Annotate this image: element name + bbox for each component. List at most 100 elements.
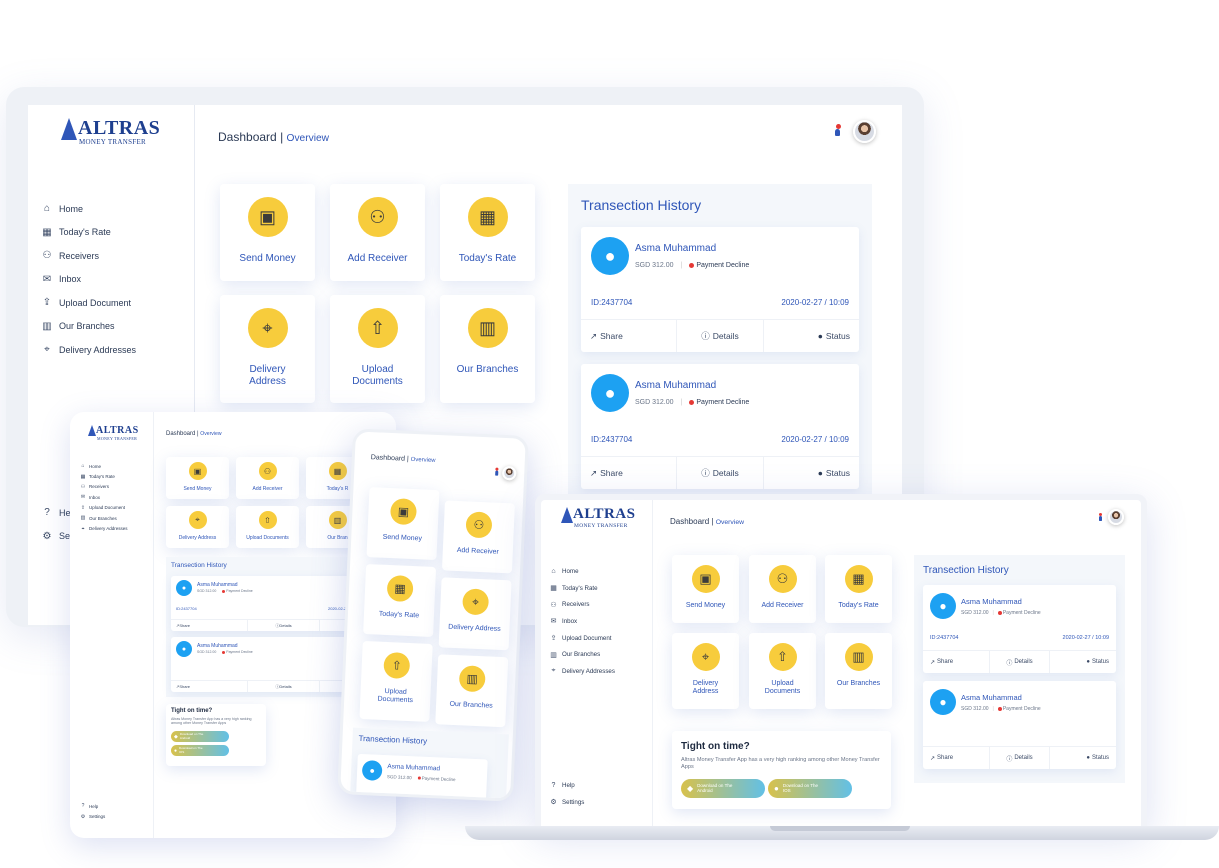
android-download-button[interactable]: ◆ Download on The Android	[681, 779, 765, 798]
share-button[interactable]: ↗ Share	[923, 747, 989, 769]
calculator-icon: ▦	[844, 565, 873, 593]
info-icon: ⓘ	[701, 331, 710, 341]
info-icon: ⓘ	[1006, 660, 1013, 667]
sidebar-item-home[interactable]: ⌂ Home	[42, 197, 136, 221]
sidebar-item-our-branches[interactable]: ▥ Our Branches	[80, 513, 128, 523]
tile-delivery-address[interactable]: ⌖ Delivery Address	[220, 295, 315, 403]
share-button[interactable]: ↗ Share	[581, 457, 676, 489]
android-download-button[interactable]: ◆ Download on The Android	[171, 731, 229, 742]
tile-upload-documents[interactable]: ⇧ Upload Documents	[359, 640, 433, 722]
transaction-card[interactable]: ● Asma Muhammad SGD 312.00 | Payment Decli…	[923, 681, 1116, 769]
tile-todays-rate[interactable]: ▦ Today's Rate	[440, 184, 535, 281]
sidebar-item-inbox[interactable]: ✉ Inbox	[80, 492, 128, 502]
user-avatar-icon: ●	[176, 641, 192, 657]
sidebar-item-upload-document[interactable]: ⇪ Upload Document	[550, 630, 615, 647]
details-button[interactable]: ⓘ Details	[676, 457, 763, 489]
avatar[interactable]	[853, 120, 876, 143]
wallet-card-icon: ▣	[389, 498, 418, 526]
sidebar-item-upload-document[interactable]: ⇪ Upload Document	[42, 291, 136, 315]
avatar[interactable]	[1108, 509, 1124, 525]
tile-add-receiver[interactable]: ⚇ Add Receiver	[441, 500, 515, 574]
altras-logo: ALTRAS MONEY TRANSFER	[88, 425, 139, 441]
ios-download-button[interactable]: ● Download on The IOS	[768, 779, 852, 798]
share-button[interactable]: ↗ Share	[923, 651, 989, 673]
sidebar-item-help[interactable]: ? Help	[80, 801, 105, 811]
sidebar-item-help[interactable]: ? Help	[550, 777, 584, 794]
tile-add-receiver[interactable]: ⚇ Add Receiver	[330, 184, 425, 281]
envelope-icon: ✉	[80, 494, 86, 501]
sidebar-item-todays-rate[interactable]: ▦ Today's Rate	[42, 221, 136, 245]
tile-upload-documents[interactable]: ⇧ Upload Documents	[749, 633, 816, 709]
sidebar-item-inbox[interactable]: ✉ Inbox	[42, 268, 136, 292]
transaction-card[interactable]: ● Asma Muhammad SGD 312.00 | Payment Dec…	[581, 227, 859, 352]
sidebar-item-upload-document[interactable]: ⇪ Upload Document	[80, 503, 128, 513]
upload-icon: ⇪	[42, 297, 52, 309]
status-button[interactable]: ● Status	[1049, 747, 1116, 769]
sidebar-item-inbox[interactable]: ✉ Inbox	[550, 613, 615, 630]
tile-add-receiver[interactable]: ⚇ Add Receiver	[749, 555, 816, 623]
details-button[interactable]: ⓘ Details	[247, 681, 319, 692]
calendar-icon: ▦	[550, 585, 557, 593]
tile-send-money[interactable]: ▣ Send Money	[366, 487, 440, 561]
sidebar-item-home[interactable]: ⌂ Home	[550, 563, 615, 580]
status-button[interactable]: ● Status	[763, 457, 859, 489]
tile-send-money[interactable]: ▣ Send Money	[220, 184, 315, 281]
sidebar-item-receivers[interactable]: ⚇ Receivers	[42, 244, 136, 268]
tile-add-receiver[interactable]: ⚇ Add Receiver	[236, 457, 299, 499]
tile-upload-documents[interactable]: ⇧ Upload Documents	[236, 506, 299, 548]
tile-send-money[interactable]: ▣ Send Money	[672, 555, 739, 623]
sidebar-item-todays-rate[interactable]: ▦ Today's Rate	[80, 471, 128, 481]
wallet-card-icon: ▣	[247, 197, 288, 237]
tile-upload-documents[interactable]: ⇧ Upload Documents	[330, 295, 425, 403]
tile-send-money[interactable]: ▣ Send Money	[166, 457, 229, 499]
sidebar-item-delivery-addresses[interactable]: ⌖ Delivery Addresses	[550, 663, 615, 680]
home-icon: ⌂	[551, 567, 556, 575]
tile-delivery-address[interactable]: ⌖ Delivery Address	[672, 633, 739, 709]
sidebar-item-receivers[interactable]: ⚇ Receivers	[550, 596, 615, 613]
breadcrumb-overview[interactable]: Overview	[287, 133, 329, 144]
notification-bell-icon[interactable]	[835, 124, 841, 136]
tile-delivery-address[interactable]: ⌖ Delivery Address	[166, 506, 229, 548]
share-button[interactable]: ↗ Share	[171, 620, 247, 631]
sidebar-item-our-branches[interactable]: ▥ Our Branches	[42, 315, 136, 339]
wallet-card-icon: ▣	[188, 462, 207, 480]
status-icon: ●	[1086, 755, 1090, 761]
details-button[interactable]: ⓘ Details	[247, 620, 319, 631]
sidebar-item-delivery-addresses[interactable]: ⌖ Delivery Addresses	[80, 523, 128, 533]
notification-bell-icon[interactable]	[1099, 513, 1102, 521]
sidebar-item-home[interactable]: ⌂ Home	[80, 461, 128, 471]
sidebar-item-settings[interactable]: ⚙Settings	[550, 794, 584, 811]
details-button[interactable]: ⓘ Details	[989, 651, 1049, 673]
tile-todays-rate[interactable]: ▦ Today's Rate	[825, 555, 892, 623]
sidebar-item-settings[interactable]: ⚙Settings	[80, 811, 106, 821]
tile-our-branches[interactable]: ▥ Our Branches	[435, 654, 509, 728]
share-button[interactable]: ↗ Share	[171, 681, 247, 692]
tile-todays-rate[interactable]: ▦ Today's Rate	[363, 564, 437, 638]
transaction-card[interactable]: ● Asma Muhammad SGD 312.00 | Payment Decli…	[923, 585, 1116, 673]
status-button[interactable]: ● Status	[1049, 651, 1116, 673]
details-button[interactable]: ⓘ Details	[989, 747, 1049, 769]
file-upload-icon: ⇧	[357, 308, 398, 348]
ios-download-button[interactable]: ● Download on The IOS	[171, 745, 229, 756]
buildings-icon: ▥	[328, 511, 347, 529]
share-button[interactable]: ↗ Share	[581, 320, 676, 352]
details-button[interactable]: ⓘ Details	[676, 320, 763, 352]
tile-delivery-address[interactable]: ⌖ Delivery Address	[438, 577, 512, 651]
tile-our-branches[interactable]: ▥ Our Branches	[825, 633, 892, 709]
building-icon: ▥	[550, 651, 557, 659]
transaction-card[interactable]: ● Asma Muhammad SGD 312.00 | Payment Dec…	[581, 364, 859, 489]
sidebar-item-our-branches[interactable]: ▥ Our Branches	[550, 646, 615, 663]
page-title: Dashboard | Overview	[670, 517, 745, 526]
sidebar-item-receivers[interactable]: ⚇ Receivers	[80, 482, 128, 492]
location-icon: ⌖	[188, 511, 207, 529]
add-user-icon: ⚇	[258, 462, 277, 480]
notification-bell-icon[interactable]	[495, 467, 499, 476]
avatar[interactable]	[501, 465, 517, 481]
tile-our-branches[interactable]: ▥ Our Branches	[440, 295, 535, 403]
apple-icon: ●	[174, 747, 178, 754]
sidebar-item-todays-rate[interactable]: ▦ Today's Rate	[550, 580, 615, 597]
status-button[interactable]: ● Status	[763, 320, 859, 352]
sidebar-item-delivery-addresses[interactable]: ⌖ Delivery Addresses	[42, 338, 136, 362]
app-promo-card: Tight on time? Altras Money Transfer App…	[672, 731, 891, 809]
transaction-card[interactable]: ● Asma Muhammad SGD 312.00 Payment Declin…	[355, 753, 488, 802]
